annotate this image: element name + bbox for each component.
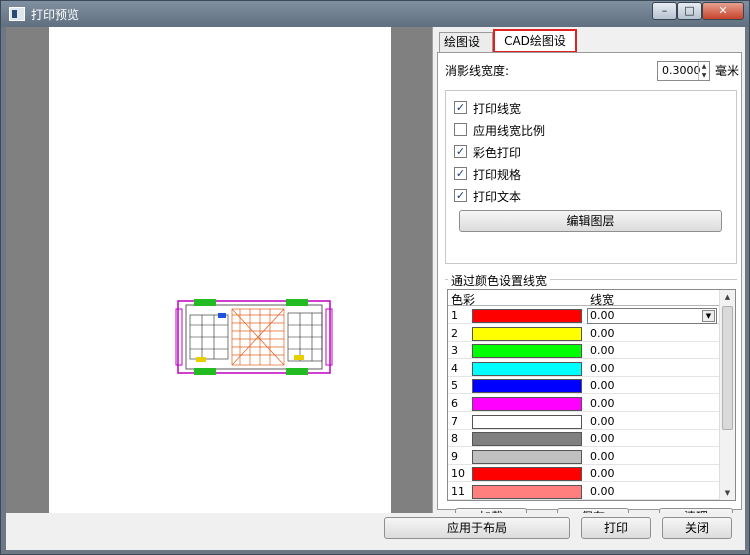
table-row[interactable]: 10 0.00 — [448, 465, 720, 483]
color-swatch[interactable] — [472, 397, 582, 411]
table-row[interactable]: 1 ▼ 0.00 — [448, 307, 720, 324]
scroll-down-icon[interactable]: ▼ — [720, 486, 735, 500]
table-row[interactable]: 4 0.00 — [448, 360, 720, 377]
checkbox-label: 打印文本 — [473, 190, 522, 204]
table-row[interactable]: 11 0.00 — [448, 483, 720, 500]
row-number: 6 — [451, 397, 458, 410]
spin-down-icon[interactable]: ▼ — [699, 71, 709, 80]
client-area: 绘图设置 CAD绘图设置 消影线宽度: 0.3000 ▲ ▼ 毫米 ✓ 打印线宽 — [6, 27, 745, 550]
checkbox-label: 应用线宽比例 — [473, 124, 546, 138]
checkbox-label: 打印规格 — [473, 168, 522, 182]
color-swatch[interactable] — [472, 361, 582, 376]
color-swatch[interactable] — [472, 467, 582, 482]
row-number: 10 — [451, 467, 465, 481]
table-row[interactable]: 8 0.00 — [448, 430, 720, 448]
row-number: 11 — [451, 485, 465, 498]
row-number: 2 — [451, 326, 458, 340]
checkbox-box[interactable]: ✓ — [454, 101, 467, 114]
color-swatch[interactable] — [472, 379, 582, 394]
color-lineweight-table[interactable]: 色彩 线宽 1 ▼ 0.00 2 0.00 3 0.00 4 0.00 5 0.00 6 0.00 7 0.… — [447, 289, 736, 501]
line-width-unit: 毫米 — [715, 64, 740, 78]
lineweight-value[interactable]: 0.00 — [590, 344, 615, 357]
color-swatch[interactable] — [472, 485, 582, 499]
row-number: 4 — [451, 361, 458, 375]
lineweight-value[interactable]: 0.00 — [590, 362, 615, 375]
app-icon — [9, 7, 25, 21]
minimize-button[interactable]: – — [652, 2, 677, 20]
color-lineweight-group-title: 通过颜色设置线宽 — [448, 272, 551, 289]
lineweight-value[interactable]: 0.00 — [590, 379, 615, 392]
title-bar[interactable]: 打印预览 – □ ✕ — [1, 1, 749, 27]
window-title: 打印预览 — [31, 8, 80, 22]
edit-layers-button[interactable]: 编辑图层 — [459, 210, 722, 232]
checkbox-box[interactable]: ✓ — [454, 145, 467, 158]
row-number: 1 — [451, 309, 458, 322]
scroll-thumb[interactable] — [722, 306, 733, 430]
tab-strip: 绘图设置 CAD绘图设置 — [437, 29, 742, 68]
checkbox-label: 打印线宽 — [473, 102, 522, 116]
bottom-button-bar: 应用于布局 打印 关闭 — [6, 513, 745, 550]
paper-page — [49, 27, 391, 513]
print-preview-area[interactable] — [6, 27, 433, 513]
table-row[interactable]: 2 0.00 — [448, 325, 720, 342]
table-header: 色彩 线宽 — [448, 290, 720, 308]
table-row[interactable]: 7 0.00 — [448, 413, 720, 430]
lineweight-value[interactable]: 0.00 — [590, 467, 615, 480]
maximize-button[interactable]: □ — [677, 2, 702, 20]
spin-up-icon[interactable]: ▲ — [699, 62, 709, 71]
row-number: 5 — [451, 379, 458, 393]
checkbox-box[interactable] — [454, 123, 467, 136]
row-number: 7 — [451, 414, 458, 428]
color-swatch[interactable] — [472, 449, 582, 464]
column-header-lineweight[interactable]: 线宽 — [590, 291, 614, 308]
spin-arrows: ▲ ▼ — [698, 62, 709, 80]
tab-cad-plot-settings[interactable]: CAD绘图设置 — [493, 29, 577, 68]
row-number: 8 — [451, 432, 458, 446]
lineweight-value[interactable]: 0.00 — [590, 432, 615, 445]
print-preview-window: 打印预览 – □ ✕ 绘图设 CAD绘图设 消影线宽度: 0.3000 ▲ ▼ … — [0, 0, 750, 555]
color-swatch[interactable] — [472, 414, 582, 429]
table-scrollbar[interactable]: ▲ ▼ — [719, 290, 735, 500]
lineweight-value[interactable]: 0.00 — [590, 397, 615, 410]
table-row[interactable]: 9 0.00 — [448, 448, 720, 465]
lineweight-value[interactable]: 0.00 — [590, 309, 615, 322]
close-window-button[interactable]: ✕ — [702, 2, 744, 20]
scroll-up-icon[interactable]: ▲ — [720, 290, 735, 304]
tab-plot-settings[interactable]: 绘图设置 — [439, 32, 493, 68]
lineweight-value[interactable]: 0.00 — [590, 327, 615, 340]
tab-content: 消影线宽度: 0.3000 ▲ ▼ 毫米 ✓ 打印线宽 应用线宽比例 ✓ 彩色打… — [437, 52, 742, 527]
cad-drawing-thumbnail — [175, 299, 333, 375]
line-width-spinbox[interactable]: 0.3000 ▲ ▼ — [657, 61, 710, 81]
column-header-color[interactable]: 色彩 — [451, 291, 475, 308]
color-swatch[interactable] — [472, 326, 582, 341]
color-swatch[interactable] — [472, 432, 582, 447]
checkbox-label: 彩色打印 — [473, 146, 522, 160]
lineweight-value[interactable]: 0.00 — [590, 415, 615, 428]
row-number: 9 — [451, 449, 458, 463]
hidden-line-width-label: 消影线宽度: — [445, 64, 510, 78]
color-swatch[interactable] — [472, 309, 582, 323]
lineweight-value[interactable]: 0.00 — [590, 485, 615, 498]
print-options-group: ✓ 打印线宽 应用线宽比例 ✓ 彩色打印 ✓ 打印规格 ✓ 打印文本 编辑图层 — [445, 90, 737, 264]
checkbox-box[interactable]: ✓ — [454, 167, 467, 180]
row-number: 3 — [451, 344, 458, 358]
checkbox-box[interactable]: ✓ — [454, 189, 467, 202]
apply-to-layout-button[interactable]: 应用于布局 — [384, 517, 570, 539]
lineweight-value[interactable]: 0.00 — [590, 450, 615, 463]
print-button[interactable]: 打印 — [581, 517, 651, 539]
color-swatch[interactable] — [472, 344, 582, 359]
table-row[interactable]: 5 0.00 — [448, 377, 720, 395]
dropdown-arrow-icon[interactable]: ▼ — [702, 310, 715, 322]
table-row[interactable]: 6 0.00 — [448, 395, 720, 412]
table-row[interactable]: 3 0.00 — [448, 342, 720, 360]
line-width-value[interactable]: 0.3000 — [662, 64, 701, 77]
close-button[interactable]: 关闭 — [662, 517, 732, 539]
settings-panel: 绘图设置 CAD绘图设置 消影线宽度: 0.3000 ▲ ▼ 毫米 ✓ 打印线宽 — [437, 29, 742, 527]
